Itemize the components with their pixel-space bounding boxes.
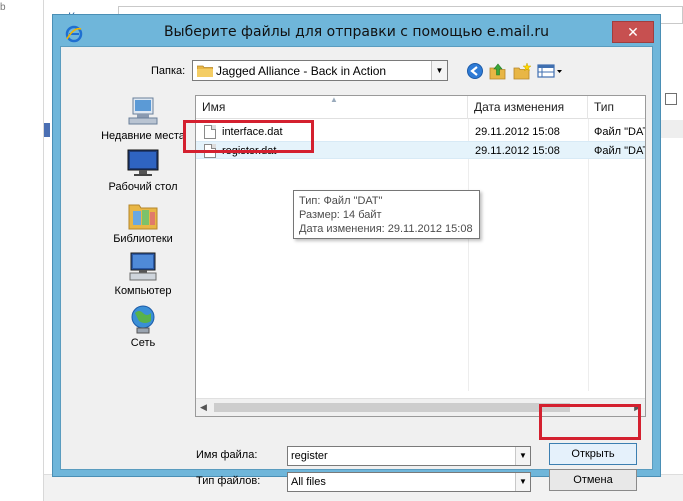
chevron-down-icon[interactable]: ▼ [431, 61, 447, 80]
tooltip-modified: Дата изменения: 29.11.2012 15:08 [299, 223, 473, 235]
cancel-button[interactable]: Отмена [549, 469, 637, 491]
file-type: Файл "DAT" [594, 126, 645, 138]
close-button[interactable]: ✕ [612, 21, 654, 43]
file-type: Файл "DAT" [594, 145, 645, 157]
column-divider [588, 119, 589, 391]
place-computer[interactable]: Компьютер [95, 251, 191, 303]
tooltip-size: Размер: 14 байт [299, 209, 382, 221]
place-libraries[interactable]: Библиотеки [95, 199, 191, 251]
look-in-label: Папка: [151, 65, 186, 77]
background-checkbox[interactable] [665, 93, 677, 105]
desktop-icon [127, 149, 159, 176]
file-name-input[interactable]: register ▼ [287, 446, 531, 466]
place-network[interactable]: Сеть [95, 303, 191, 355]
computer-icon [129, 252, 157, 281]
highlight-open-button [539, 404, 641, 440]
file-name-label: Имя файла: [196, 449, 258, 461]
dialog-title: Выберите файлы для отправки с помощью e.… [163, 24, 550, 40]
file-type-select[interactable]: All files ▼ [287, 472, 531, 492]
place-label: Сеть [130, 337, 156, 349]
open-button[interactable]: Открыть [549, 443, 637, 465]
file-date: 29.11.2012 15:08 [475, 126, 560, 138]
left-column-mark: b [0, 2, 6, 13]
file-date: 29.11.2012 15:08 [475, 145, 560, 157]
new-folder-icon[interactable] [512, 62, 532, 80]
file-type-label: Тип файлов: [196, 475, 261, 487]
chevron-down-icon[interactable]: ▼ [515, 447, 530, 465]
scroll-thumb[interactable] [214, 403, 570, 412]
file-name-value: register [291, 450, 328, 462]
column-divider [468, 119, 469, 391]
highlight-selected-file [183, 120, 314, 153]
recent-places-icon [128, 97, 158, 125]
folder-icon [197, 65, 213, 77]
scroll-left-icon[interactable]: ◀ [200, 402, 207, 413]
place-label: Библиотеки [113, 233, 173, 245]
tooltip-type: Тип: Файл "DAT" [299, 195, 383, 207]
libraries-icon [128, 204, 158, 230]
look-in-combo[interactable]: Jagged Alliance - Back in Action ▼ [192, 60, 448, 81]
place-recent[interactable]: Недавние места [95, 96, 191, 148]
network-icon [131, 305, 155, 334]
file-type-value: All files [291, 476, 326, 488]
file-tooltip: Тип: Файл "DAT" Размер: 14 байт Дата изм… [293, 190, 480, 239]
toolbar-strip [44, 123, 50, 137]
chevron-down-icon[interactable]: ▼ [515, 473, 530, 491]
look-in-value: Jagged Alliance - Back in Action [216, 64, 387, 78]
column-type[interactable]: Тип [588, 96, 645, 119]
column-name[interactable]: Имя [196, 96, 468, 119]
up-folder-icon[interactable] [488, 62, 508, 80]
place-desktop[interactable]: Рабочий стол [95, 147, 191, 199]
places-bar: Недавние места Рабочий стол Библиотеки К… [95, 96, 191, 349]
view-menu-icon[interactable] [536, 62, 564, 80]
place-label: Компьютер [114, 285, 172, 297]
column-header: ▲ Имя Дата изменения Тип [196, 96, 645, 119]
left-column: b [0, 0, 44, 501]
place-label: Недавние места [101, 130, 185, 142]
place-label: Рабочий стол [108, 181, 178, 193]
column-date[interactable]: Дата изменения [468, 96, 588, 119]
back-icon[interactable] [465, 62, 485, 80]
